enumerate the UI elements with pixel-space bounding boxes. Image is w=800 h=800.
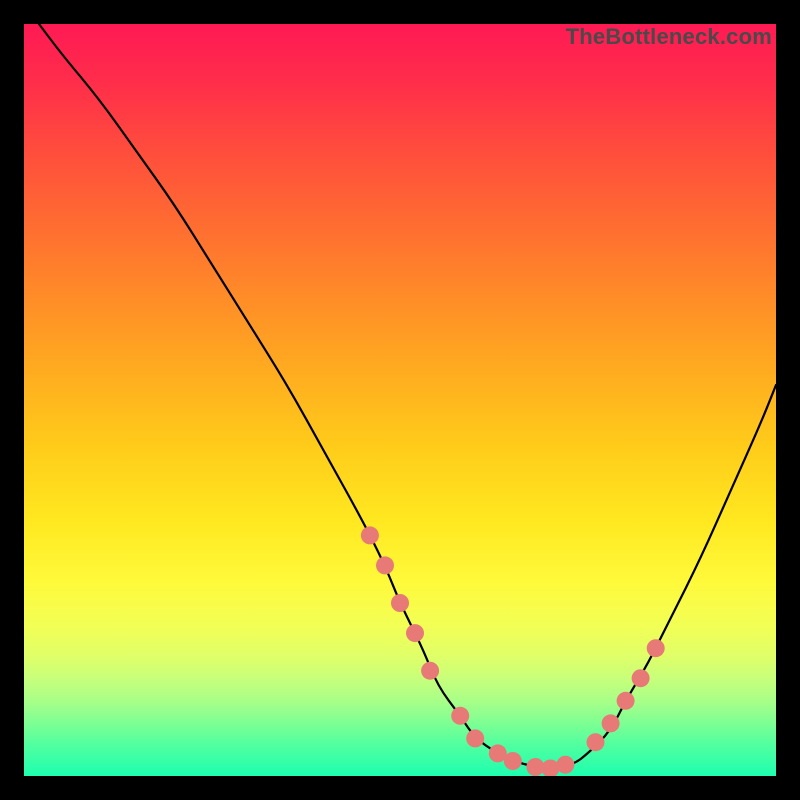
chart-overlay: [24, 24, 776, 776]
highlight-dot: [391, 594, 409, 612]
highlight-dot: [647, 639, 665, 657]
highlight-dot: [451, 707, 469, 725]
plot-area: TheBottleneck.com: [24, 24, 776, 776]
highlight-dot: [602, 714, 620, 732]
highlight-dot: [504, 752, 522, 770]
chart-frame: TheBottleneck.com: [0, 0, 800, 800]
highlight-dot: [617, 692, 635, 710]
highlight-dot: [466, 729, 484, 747]
highlight-dot: [587, 733, 605, 751]
bottleneck-curve: [39, 24, 776, 768]
highlight-dot: [361, 526, 379, 544]
highlight-dot: [421, 662, 439, 680]
highlight-dot: [556, 756, 574, 774]
highlight-dot: [541, 760, 559, 777]
highlight-dots: [361, 526, 665, 776]
highlight-dot: [376, 556, 394, 574]
highlight-dot: [632, 669, 650, 687]
highlight-dot: [406, 624, 424, 642]
